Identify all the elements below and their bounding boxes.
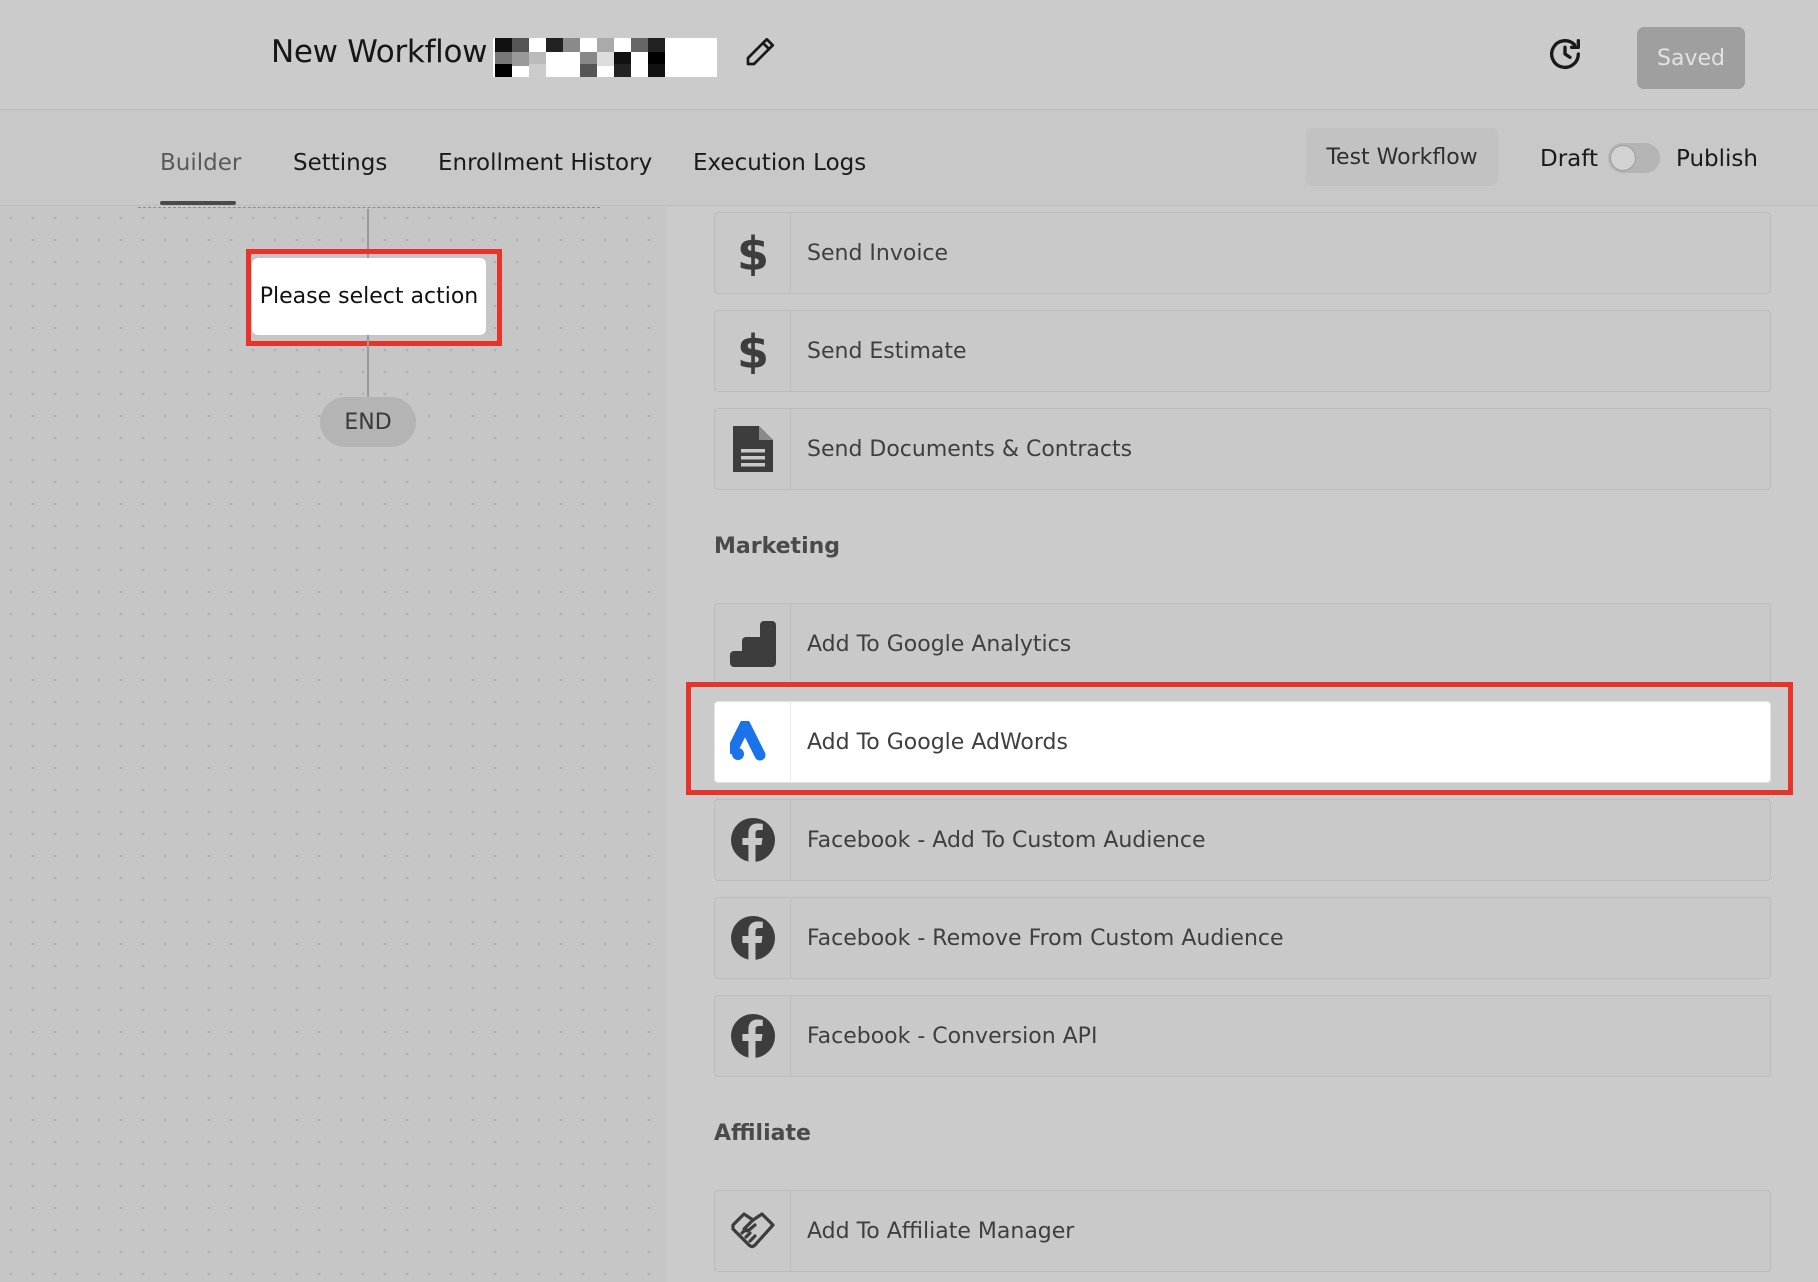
draft-label: Draft bbox=[1540, 146, 1598, 172]
facebook-icon bbox=[715, 800, 791, 880]
action-send-invoice[interactable]: $ Send Invoice bbox=[714, 212, 1771, 294]
action-label: Add To Affiliate Manager bbox=[807, 1218, 1075, 1244]
document-icon bbox=[715, 409, 791, 489]
edit-pencil-icon[interactable] bbox=[742, 34, 778, 70]
action-label: Facebook - Remove From Custom Audience bbox=[807, 925, 1284, 951]
tab-settings[interactable]: Settings bbox=[293, 150, 387, 176]
action-label: Add To Google Analytics bbox=[807, 631, 1072, 657]
facebook-icon bbox=[715, 898, 791, 978]
action-facebook-add-custom-audience[interactable]: Facebook - Add To Custom Audience bbox=[714, 799, 1771, 881]
handshake-icon bbox=[715, 1191, 791, 1271]
action-label: Send Estimate bbox=[807, 338, 967, 364]
svg-text:$: $ bbox=[738, 230, 768, 276]
highlight-box bbox=[686, 682, 1793, 795]
action-send-estimate[interactable]: $ Send Estimate bbox=[714, 310, 1771, 392]
analytics-icon bbox=[715, 604, 791, 684]
workflow-canvas[interactable]: Please select action END bbox=[0, 207, 667, 1282]
publish-label: Publish bbox=[1676, 146, 1758, 172]
tab-enrollment-history[interactable]: Enrollment History bbox=[438, 150, 652, 176]
saved-button[interactable]: Saved bbox=[1637, 27, 1745, 89]
active-tab-indicator bbox=[160, 201, 236, 205]
header: New Workflow : Saved bbox=[0, 0, 1818, 110]
workflow-title: New Workflow : bbox=[271, 34, 507, 70]
workflow-name-redacted bbox=[493, 38, 717, 77]
tab-execution-logs[interactable]: Execution Logs bbox=[693, 150, 866, 176]
action-label: Facebook - Conversion API bbox=[807, 1023, 1098, 1049]
action-label: Send Invoice bbox=[807, 240, 949, 266]
facebook-icon bbox=[715, 996, 791, 1076]
test-workflow-button[interactable]: Test Workflow bbox=[1306, 128, 1498, 186]
action-add-google-analytics[interactable]: Add To Google Analytics bbox=[714, 603, 1771, 685]
end-node: END bbox=[320, 397, 416, 447]
action-facebook-conversion-api[interactable]: Facebook - Conversion API bbox=[714, 995, 1771, 1077]
section-affiliate-title: Affiliate bbox=[714, 1121, 811, 1146]
action-label: Send Documents & Contracts bbox=[807, 436, 1133, 462]
dollar-icon: $ bbox=[715, 213, 791, 293]
trigger-card-edge bbox=[138, 207, 600, 209]
action-send-documents[interactable]: Send Documents & Contracts bbox=[714, 408, 1771, 490]
tab-builder[interactable]: Builder bbox=[160, 150, 241, 176]
connector-line bbox=[367, 335, 369, 397]
action-label: Facebook - Add To Custom Audience bbox=[807, 827, 1206, 853]
action-add-affiliate-manager[interactable]: Add To Affiliate Manager bbox=[714, 1190, 1771, 1272]
tab-bar: Builder Settings Enrollment History Exec… bbox=[0, 110, 1818, 206]
section-marketing-title: Marketing bbox=[714, 534, 841, 559]
highlight-box bbox=[246, 249, 502, 346]
svg-text:$: $ bbox=[738, 328, 768, 374]
action-picker-panel: $ Send Invoice $ Send Estimate Send Docu… bbox=[667, 207, 1818, 1282]
version-history-icon[interactable] bbox=[1545, 34, 1585, 74]
action-facebook-remove-custom-audience[interactable]: Facebook - Remove From Custom Audience bbox=[714, 897, 1771, 979]
publish-toggle[interactable] bbox=[1608, 143, 1660, 173]
toggle-knob bbox=[1610, 145, 1636, 171]
dollar-icon: $ bbox=[715, 311, 791, 391]
